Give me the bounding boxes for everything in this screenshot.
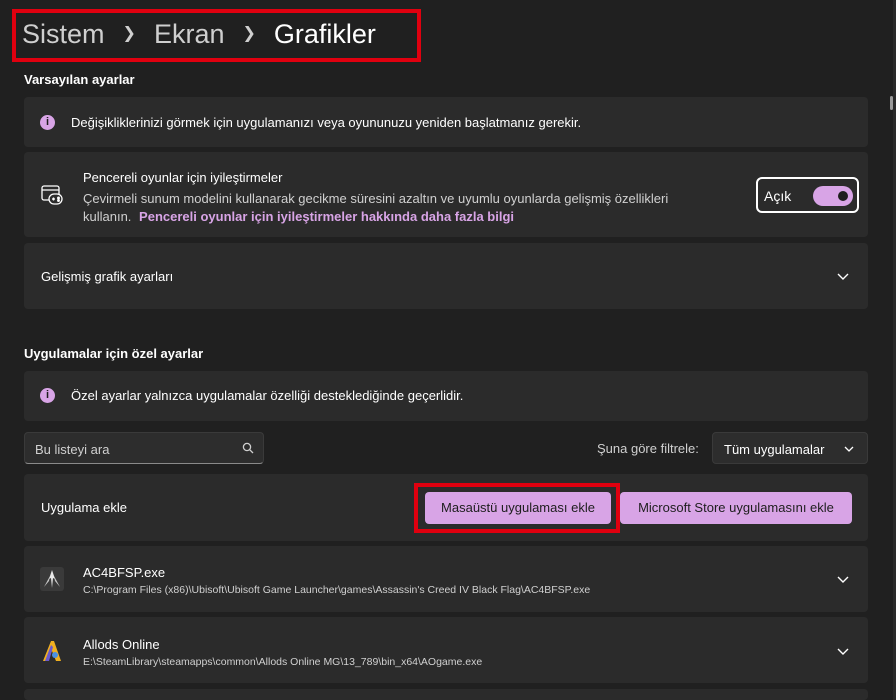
search-icon[interactable]: [242, 442, 254, 454]
windowed-opt-desc-line2: kullanın.: [83, 209, 132, 224]
chevron-right-icon: ❯: [122, 25, 136, 42]
game-window-icon: [41, 185, 63, 205]
chevron-down-icon[interactable]: [836, 269, 850, 283]
windowed-opt-desc-line1: Çevirmeli sunum modelini kullanarak geci…: [83, 191, 669, 206]
app-settings-notice-text: Özel ayarlar yalnızca uygulamalar özelli…: [71, 388, 464, 403]
advanced-graphics-card[interactable]: Gelişmiş grafik ayarları: [24, 243, 868, 309]
windowed-opt-title: Pencereli oyunlar için iyileştirmeler: [83, 170, 283, 185]
filter-dropdown[interactable]: Tüm uygulamalar: [712, 432, 868, 464]
search-box[interactable]: [24, 432, 264, 464]
add-store-app-button[interactable]: Microsoft Store uygulamasını ekle: [620, 492, 852, 524]
restart-notice-card: i Değişikliklerinizi görmek için uygulam…: [24, 97, 868, 147]
chevron-down-icon[interactable]: [836, 644, 850, 658]
toggle-knob: [838, 191, 848, 201]
app-list-item-ac4bfsp[interactable]: AC4BFSP.exe C:\Program Files (x86)\Ubiso…: [24, 546, 868, 612]
toggle-state-label: Açık: [764, 188, 792, 204]
filter-selected-value: Tüm uygulamalar: [724, 442, 825, 457]
info-icon: i: [40, 388, 55, 403]
filter-label: Şuna göre filtrele:: [597, 441, 699, 456]
breadcrumb: Sistem ❯ Ekran ❯ Grafikler: [22, 14, 376, 54]
windowed-opt-toggle[interactable]: [813, 186, 853, 206]
app-list-item-partial[interactable]: [24, 689, 868, 700]
restart-notice-text: Değişikliklerinizi görmek için uygulaman…: [71, 115, 582, 130]
section-title-default: Varsayılan ayarlar: [24, 72, 135, 87]
chevron-right-icon: ❯: [242, 25, 256, 42]
info-icon: i: [40, 115, 55, 130]
assassins-creed-icon: [40, 567, 64, 591]
app-settings-notice-card: i Özel ayarlar yalnızca uygulamalar özel…: [24, 371, 868, 421]
learn-more-link[interactable]: Pencereli oyunlar için iyileştirmeler ha…: [139, 209, 514, 224]
breadcrumb-item-sistem[interactable]: Sistem: [22, 19, 105, 50]
chevron-down-icon[interactable]: [836, 572, 850, 586]
breadcrumb-item-ekran[interactable]: Ekran: [154, 19, 225, 50]
advanced-graphics-label: Gelişmiş grafik ayarları: [41, 269, 174, 284]
add-desktop-app-button[interactable]: Masaüstü uygulaması ekle: [425, 492, 611, 524]
add-app-label: Uygulama ekle: [41, 500, 127, 515]
section-title-apps: Uygulamalar için özel ayarlar: [24, 346, 204, 361]
page-title: Grafikler: [273, 18, 376, 49]
windowed-opt-description: Çevirmeli sunum modelini kullanarak geci…: [83, 190, 743, 226]
app-list-item-allods[interactable]: Allods Online E:\SteamLibrary\steamapps\…: [24, 617, 868, 683]
app-path: C:\Program Files (x86)\Ubisoft\Ubisoft G…: [83, 584, 591, 596]
search-input[interactable]: [35, 440, 235, 458]
chevron-down-icon: [844, 446, 854, 452]
app-name: AC4BFSP.exe: [83, 565, 166, 580]
app-name: Allods Online: [83, 637, 160, 652]
app-path: E:\SteamLibrary\steamapps\common\Allods …: [83, 656, 483, 668]
windowed-optimizations-card: Pencereli oyunlar için iyileştirmeler Çe…: [24, 152, 868, 237]
windowed-opt-toggle-container[interactable]: Açık: [756, 177, 859, 213]
allods-online-icon: [43, 641, 61, 661]
scrollbar-thumb[interactable]: [890, 96, 893, 110]
